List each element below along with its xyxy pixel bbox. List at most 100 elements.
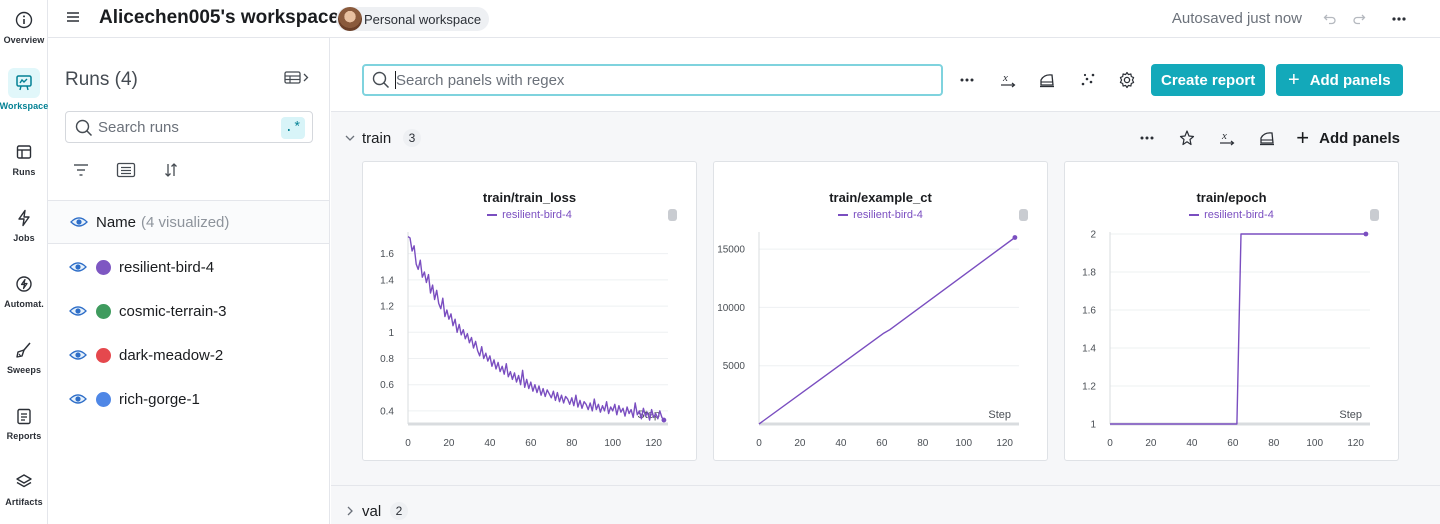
section-title: train	[362, 129, 392, 147]
runs-search-input[interactable]: Search runs .*	[65, 111, 313, 143]
run-color-dot[interactable]	[96, 303, 111, 319]
panel-search-placeholder: Search panels with regex	[396, 71, 565, 89]
y-tick-label: 15000	[717, 245, 745, 256]
redo-icon[interactable]	[1348, 8, 1370, 30]
y-tick-label: 1	[388, 328, 394, 339]
eye-icon[interactable]	[69, 261, 87, 273]
workspace-pill[interactable]: Personal workspace	[336, 7, 490, 31]
chevron-right-icon[interactable]	[344, 505, 356, 517]
reports-icon	[12, 404, 36, 428]
run-color-dot[interactable]	[96, 347, 111, 363]
eye-icon[interactable]	[69, 393, 87, 405]
x-tick-label: 40	[1186, 438, 1198, 449]
y-tick-label: 5000	[723, 361, 746, 372]
workspace-pill-label: Personal workspace	[364, 11, 482, 27]
table-row[interactable]: resilient-bird-4	[48, 245, 329, 289]
rail-item-workspace[interactable]: Workspace	[0, 66, 48, 126]
runs-sidebar: Runs (4) Search runs .* Name (4 visualiz…	[48, 38, 330, 524]
outliers-icon[interactable]	[1077, 69, 1099, 91]
x-tick-label: 20	[1145, 438, 1157, 449]
x-tick-label: 100	[604, 438, 621, 449]
x-axis-icon[interactable]: x	[997, 69, 1019, 91]
rail-item-artifacts[interactable]: Artifacts	[0, 462, 48, 522]
column-name: Name	[96, 213, 137, 231]
run-color-dot[interactable]	[96, 259, 111, 275]
section-count-badge: 2	[390, 502, 408, 520]
runs-icon	[12, 140, 36, 164]
section-add-panels-button[interactable]: + Add panels	[1296, 127, 1400, 149]
smoothing-icon[interactable]	[1256, 127, 1278, 149]
panel-search-input[interactable]: Search panels with regex	[362, 64, 943, 96]
rail-item-jobs[interactable]: Jobs	[0, 198, 48, 258]
nav-rail: Overview Workspace Runs Jobs Automat. Sw…	[0, 0, 48, 524]
expand-table-icon[interactable]	[284, 70, 310, 86]
table-row[interactable]: rich-gorge-1	[48, 377, 329, 421]
artifacts-icon	[12, 470, 36, 494]
rail-label: Sweeps	[6, 365, 42, 375]
rail-item-overview[interactable]: Overview	[0, 0, 48, 60]
workspace-icon	[8, 68, 40, 98]
eye-icon[interactable]	[69, 349, 87, 361]
rail-item-runs[interactable]: Runs	[0, 132, 48, 192]
eye-icon[interactable]	[70, 216, 88, 228]
series-line	[407, 236, 665, 421]
plus-icon: +	[1296, 125, 1310, 150]
rail-item-reports[interactable]: Reports	[0, 396, 48, 456]
add-panels-button[interactable]: + Add panels	[1276, 64, 1403, 96]
filter-icon[interactable]	[72, 161, 90, 179]
chart-panel-epoch[interactable]: train/epoch resilient-bird-4 1 1.2 1.4 1.6 1…	[1064, 161, 1399, 461]
section-header-train[interactable]: train 3 x + Add panels	[331, 118, 1440, 158]
panels-toolbar: Search panels with regex x Create report…	[331, 38, 1440, 112]
smoothing-icon[interactable]	[1036, 69, 1058, 91]
pin-icon[interactable]	[1176, 127, 1198, 149]
section-count-badge: 3	[403, 129, 421, 147]
run-name[interactable]: resilient-bird-4	[119, 259, 214, 276]
line-chart: 11.21.41.61.820 20 40 60 80 100 120Step	[1082, 230, 1370, 449]
more-options-icon[interactable]	[956, 69, 978, 91]
series-end-point	[661, 417, 667, 423]
rail-label: Overview	[3, 35, 45, 45]
run-name[interactable]: dark-meadow-2	[119, 347, 223, 364]
runs-column-header: Name (4 visualized)	[48, 200, 329, 244]
section-title: val	[362, 502, 382, 520]
regex-toggle-button[interactable]: .*	[281, 117, 305, 139]
settings-gear-icon[interactable]	[1116, 69, 1138, 91]
y-tick-label: 0.8	[380, 354, 394, 365]
series-end-point	[1363, 231, 1369, 237]
rail-label: Workspace	[0, 101, 49, 111]
series-line	[1110, 233, 1366, 425]
eye-icon[interactable]	[69, 305, 87, 317]
x-tick-label: 20	[443, 438, 455, 449]
run-color-dot[interactable]	[96, 391, 111, 407]
more-options-icon[interactable]	[1388, 8, 1410, 30]
section-header-val[interactable]: val 2	[331, 491, 1440, 524]
sort-icon[interactable]	[162, 161, 180, 179]
chart-panel-example-ct[interactable]: train/example_ct resilient-bird-4 5000 10…	[713, 161, 1048, 461]
y-tick-label: 1.2	[380, 302, 394, 313]
run-name[interactable]: cosmic-terrain-3	[119, 303, 227, 320]
rail-item-sweeps[interactable]: Sweeps	[0, 330, 48, 390]
x-axis-icon[interactable]: x	[1216, 127, 1238, 149]
x-axis-label: Step	[988, 409, 1011, 421]
group-icon[interactable]	[116, 161, 136, 179]
undo-icon[interactable]	[1319, 8, 1341, 30]
jobs-icon	[12, 206, 36, 230]
y-tick-label: 1.8	[1082, 268, 1096, 279]
rail-item-automations[interactable]: Automat.	[0, 264, 48, 324]
more-options-icon[interactable]	[1136, 127, 1158, 149]
series-line	[758, 236, 1016, 425]
create-report-button[interactable]: Create report	[1151, 64, 1266, 96]
table-row[interactable]: cosmic-terrain-3	[48, 289, 329, 333]
run-name[interactable]: rich-gorge-1	[119, 391, 200, 408]
runs-search-placeholder: Search runs	[98, 118, 179, 136]
table-row[interactable]: dark-meadow-2	[48, 333, 329, 377]
menu-icon[interactable]	[66, 10, 80, 24]
x-tick-label: 100	[955, 438, 972, 449]
chevron-down-icon[interactable]	[344, 132, 356, 144]
chart-panel-train-loss[interactable]: train/train_loss resilient-bird-4 0.4 0.6…	[362, 161, 697, 461]
x-tick-label: 120	[1347, 438, 1364, 449]
y-tick-label: 0.6	[380, 380, 394, 391]
automations-icon	[12, 272, 36, 296]
rail-label: Automat.	[4, 299, 44, 309]
rail-label: Artifacts	[5, 497, 43, 507]
